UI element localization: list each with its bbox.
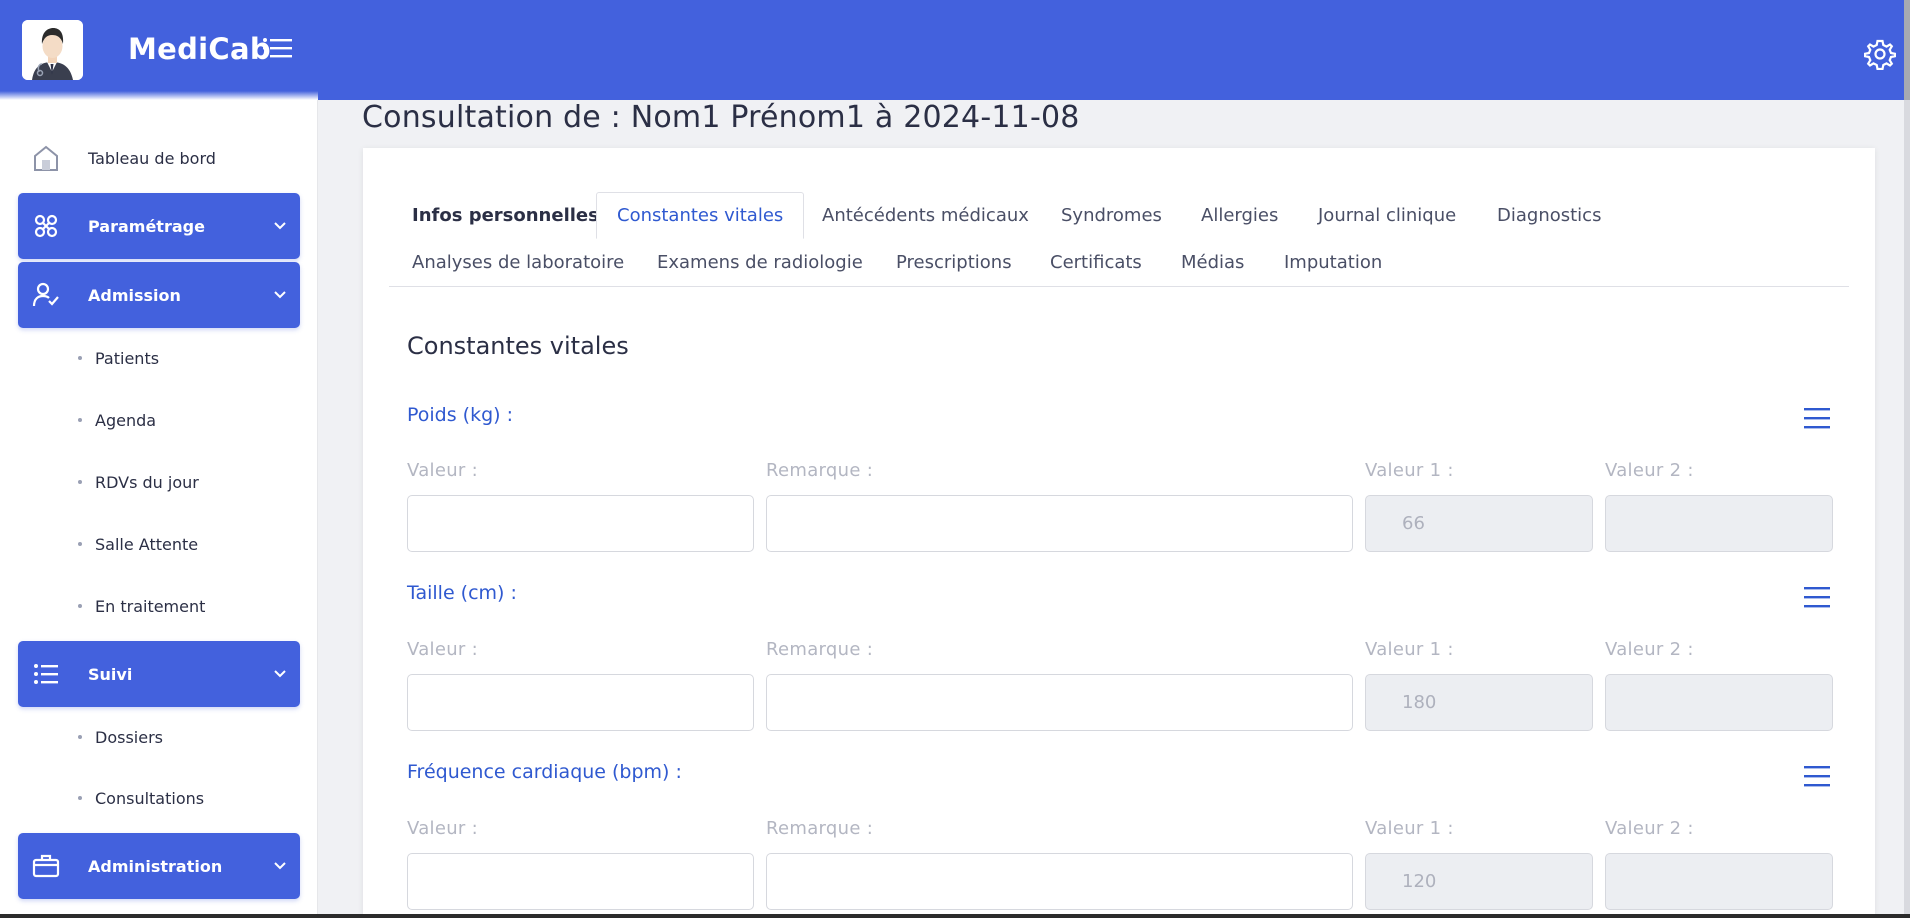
hamburger-icon[interactable] [1803, 764, 1831, 788]
sidebar-group-administration[interactable]: Administration [18, 833, 300, 899]
consultation-card: Infos personnelles Constantes vitales An… [363, 148, 1875, 918]
poids-remarque-input[interactable] [766, 495, 1353, 552]
sidebar-group-label: Admission [88, 285, 181, 305]
field-label-remarque: Remarque : [766, 639, 874, 660]
menu-toggle-icon[interactable] [262, 36, 294, 62]
field-label-valeur: Valeur : [407, 460, 479, 481]
puzzle-icon [18, 213, 74, 239]
field-label-remarque: Remarque : [766, 818, 874, 839]
sidebar-item-dossiers[interactable]: Dossiers [78, 722, 163, 752]
app-name: MediCab [128, 32, 271, 66]
taille-valeur2-field [1605, 674, 1833, 731]
tab-analyses-laboratoire[interactable]: Analyses de laboratoire [412, 239, 624, 286]
tab-diagnostics[interactable]: Diagnostics [1497, 192, 1601, 239]
tab-journal-clinique[interactable]: Journal clinique [1318, 192, 1456, 239]
home-icon [18, 144, 74, 172]
sidebar-group-suivi[interactable]: Suivi [18, 641, 300, 707]
vital-label-poids: Poids (kg) : [407, 404, 514, 426]
field-label-valeur: Valeur : [407, 639, 479, 660]
scrollbar-thumb[interactable] [1904, 0, 1910, 100]
sidebar-item-patients[interactable]: Patients [78, 343, 159, 373]
frequence-valeur-input[interactable] [407, 853, 754, 910]
briefcase-icon [18, 854, 74, 878]
field-label-valeur1: Valeur 1 : [1365, 639, 1454, 660]
sidebar-group-parametrage[interactable]: Paramétrage [18, 193, 300, 259]
hamburger-icon[interactable] [1803, 406, 1831, 430]
sidebar-item-label: Consultations [95, 788, 205, 808]
tab-prescriptions[interactable]: Prescriptions [896, 239, 1012, 286]
sidebar-item-label: Agenda [95, 410, 157, 430]
chevron-down-icon [260, 861, 300, 871]
tab-syndromes[interactable]: Syndromes [1061, 192, 1162, 239]
tab-constantes-vitales[interactable]: Constantes vitales [596, 192, 805, 239]
poids-valeur1-field: 66 [1365, 495, 1593, 552]
chevron-down-icon [260, 669, 300, 679]
sidebar-item-label: Dossiers [95, 727, 163, 747]
tab-allergies[interactable]: Allergies [1201, 192, 1278, 239]
sidebar-item-label: Tableau de bord [88, 148, 216, 168]
taille-valeur-input[interactable] [407, 674, 754, 731]
sidebar-item-salle-attente[interactable]: Salle Attente [78, 529, 198, 559]
user-check-icon [18, 282, 74, 308]
poids-valeur-input[interactable] [407, 495, 754, 552]
field-label-valeur2: Valeur 2 : [1605, 639, 1694, 660]
taille-valeur1-field: 180 [1365, 674, 1593, 731]
frequence-valeur2-field [1605, 853, 1833, 910]
field-label-remarque: Remarque : [766, 460, 874, 481]
hamburger-icon[interactable] [1803, 585, 1831, 609]
tab-imputation[interactable]: Imputation [1284, 239, 1382, 286]
sidebar-item-agenda[interactable]: Agenda [78, 405, 156, 435]
tab-bar: Infos personnelles Constantes vitales An… [389, 192, 1849, 287]
page-scrollbar[interactable] [1904, 0, 1910, 918]
sidebar-item-consultations[interactable]: Consultations [78, 783, 204, 813]
sidebar-group-label: Suivi [88, 664, 133, 684]
sidebar: MediCab Tableau de bord Paramétrage Admi… [0, 0, 318, 918]
sidebar-item-label: RDVs du jour [95, 472, 199, 492]
tab-examens-radiologie[interactable]: Examens de radiologie [657, 239, 863, 286]
frequence-valeur1-field: 120 [1365, 853, 1593, 910]
sidebar-item-label: Patients [95, 348, 160, 368]
sidebar-item-rdvs-du-jour[interactable]: RDVs du jour [78, 467, 199, 497]
poids-valeur2-field [1605, 495, 1833, 552]
chevron-down-icon [260, 290, 300, 300]
vital-label-frequence-cardiaque: Fréquence cardiaque (bpm) : [407, 761, 682, 783]
vital-label-taille: Taille (cm) : [407, 582, 517, 604]
list-icon [18, 663, 74, 685]
doctor-avatar [22, 20, 83, 80]
taille-remarque-input[interactable] [766, 674, 1353, 731]
sidebar-item-label: En traitement [95, 596, 206, 616]
sidebar-group-label: Paramétrage [88, 216, 205, 236]
top-bar [318, 0, 1910, 100]
gear-icon[interactable] [1863, 38, 1897, 71]
tab-medias[interactable]: Médias [1181, 239, 1244, 286]
sidebar-item-dashboard[interactable]: Tableau de bord [18, 133, 300, 183]
field-label-valeur2: Valeur 2 : [1605, 818, 1694, 839]
field-label-valeur2: Valeur 2 : [1605, 460, 1694, 481]
field-label-valeur1: Valeur 1 : [1365, 818, 1454, 839]
page-title: Consultation de : Nom1 Prénom1 à 2024-11… [362, 100, 1080, 135]
tab-antecedents-medicaux[interactable]: Antécédents médicaux [822, 192, 1029, 239]
tab-certificats[interactable]: Certificats [1050, 239, 1142, 286]
section-title: Constantes vitales [407, 332, 629, 360]
chevron-down-icon [260, 221, 300, 231]
sidebar-item-label: Salle Attente [95, 534, 199, 554]
sidebar-group-label: Administration [88, 856, 223, 876]
tab-infos-personnelles[interactable]: Infos personnelles [412, 192, 599, 239]
field-label-valeur: Valeur : [407, 818, 479, 839]
sidebar-item-en-traitement[interactable]: En traitement [78, 591, 205, 621]
field-label-valeur1: Valeur 1 : [1365, 460, 1454, 481]
frequence-remarque-input[interactable] [766, 853, 1353, 910]
sidebar-group-admission[interactable]: Admission [18, 262, 300, 328]
